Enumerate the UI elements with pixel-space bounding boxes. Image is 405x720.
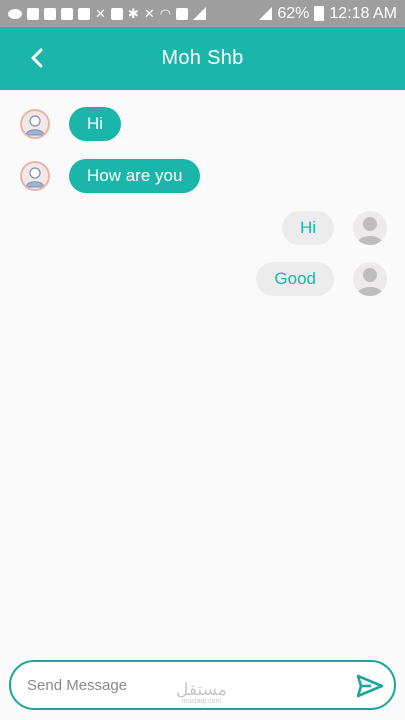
contact-avatar — [20, 161, 50, 191]
user-avatar-icon — [25, 167, 45, 188]
send-button[interactable] — [356, 672, 384, 700]
message-bubble: How are you — [69, 159, 201, 193]
bluetooth-icon: ✱ — [127, 6, 139, 21]
user-avatar — [353, 262, 387, 296]
message-bubble: Hi — [69, 107, 122, 141]
facebook-notification-icon — [44, 7, 56, 20]
battery-percent: 62% — [277, 4, 310, 22]
contact-avatar — [20, 109, 50, 139]
app-bar: Moh Shb — [0, 27, 405, 90]
message-bubble: Hi — [281, 211, 334, 245]
message-row-incoming: How are you — [20, 159, 201, 193]
battery-icon — [314, 6, 325, 21]
mute-icon: ✕ — [143, 6, 155, 21]
user-avatar — [353, 211, 387, 245]
user-avatar-icon — [25, 115, 45, 136]
image-notification-icon — [110, 7, 123, 20]
message-composer — [9, 660, 396, 710]
send-icon — [357, 674, 383, 698]
message-row-outgoing: Good — [256, 262, 387, 296]
signal-icon — [259, 7, 273, 20]
back-button[interactable] — [26, 43, 48, 73]
notification-icons: ✕ ✱ ✕ ◠ — [8, 6, 207, 21]
clock: 12:18 AM — [329, 4, 397, 22]
page-title: Moh Shb — [161, 47, 244, 69]
chevron-left-icon — [31, 48, 43, 68]
message-row-outgoing: Hi — [281, 211, 387, 245]
message-input[interactable] — [25, 675, 329, 695]
person-placeholder-icon — [356, 217, 384, 245]
message-bubble: Good — [256, 262, 334, 296]
facebook-notification-icon — [78, 7, 90, 20]
sim-icon — [176, 7, 189, 20]
facebook-notification-icon — [61, 7, 73, 20]
status-bar: ✕ ✱ ✕ ◠ 62% 12:18 AM — [0, 0, 405, 27]
chat-notification-icon — [8, 8, 22, 19]
facebook-notification-icon — [27, 7, 39, 20]
message-row-incoming: Hi — [20, 107, 122, 141]
wifi-icon: ◠ — [159, 6, 172, 21]
signal-icon — [193, 7, 207, 20]
missed-call-icon: ✕ — [95, 6, 106, 21]
person-placeholder-icon — [356, 268, 384, 296]
